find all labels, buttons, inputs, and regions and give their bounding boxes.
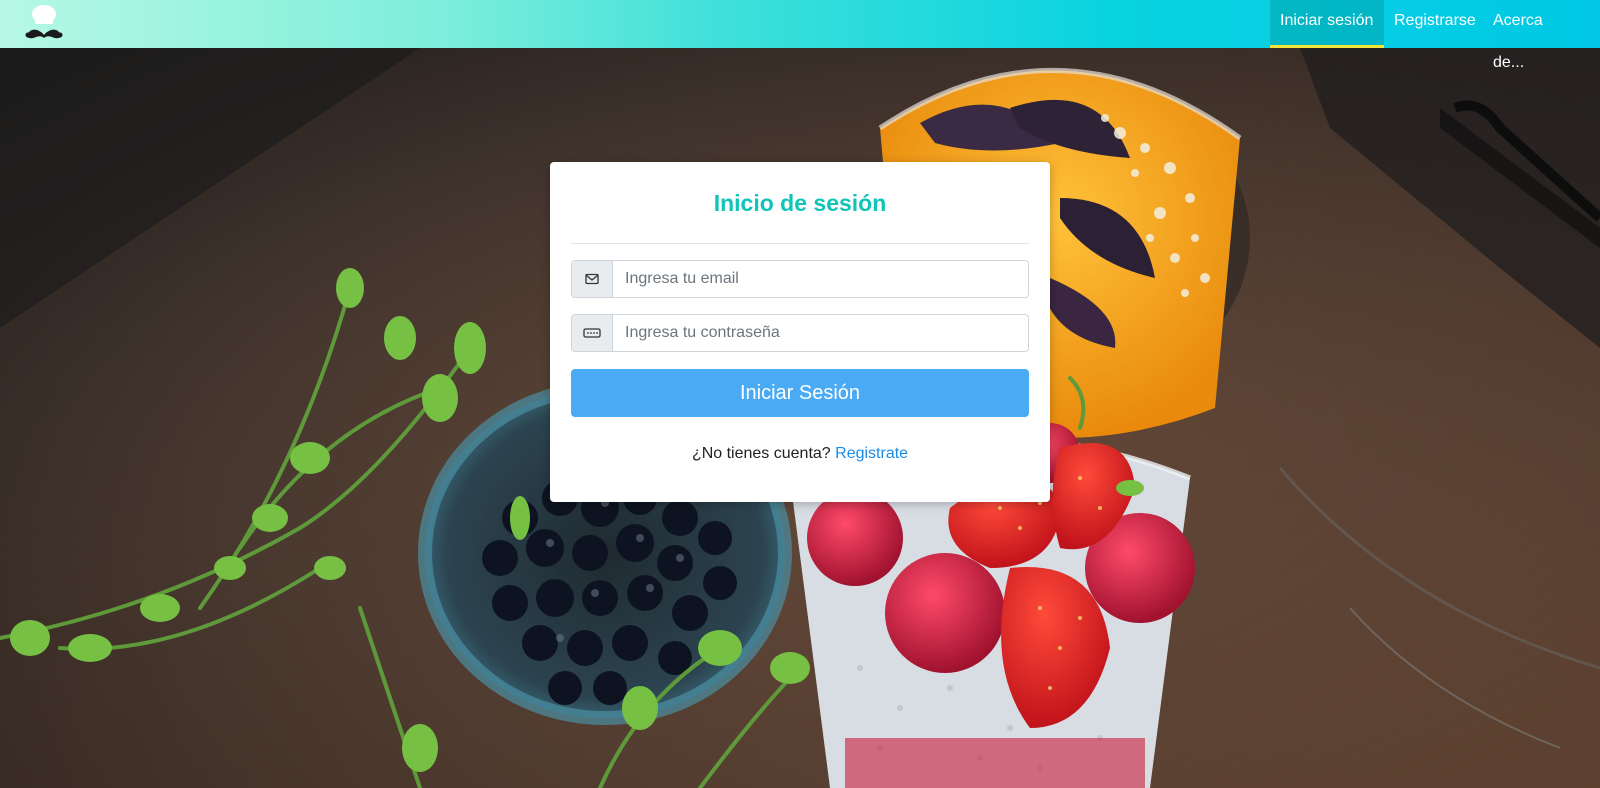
no-account-text: ¿No tienes cuenta? — [691, 445, 831, 462]
login-submit-button[interactable]: Iniciar Sesión — [571, 369, 1029, 417]
password-input[interactable] — [613, 315, 1028, 351]
nav-iniciar-sesion[interactable]: Iniciar sesión — [1270, 0, 1384, 48]
email-input[interactable] — [613, 261, 1028, 297]
chef-mustache-logo[interactable] — [22, 2, 66, 46]
login-card: Inicio de sesión Ingresa tu email Inicia… — [550, 162, 1050, 502]
top-navbar: Iniciar sesión Registrarse Acerca de... — [0, 0, 1600, 71]
envelope-icon — [572, 261, 613, 297]
nav-registrarse[interactable]: Registrarse — [1384, 0, 1483, 48]
nav-links: Iniciar sesión Registrarse Acerca de... — [1270, 0, 1600, 71]
email-input-group — [571, 260, 1029, 298]
password-input-group — [571, 314, 1029, 352]
login-title: Inicio de sesión — [713, 190, 887, 216]
password-dots-icon — [572, 315, 613, 351]
nav-acerca-de[interactable]: Acerca de... — [1483, 0, 1600, 71]
login-page: Iniciar sesión Registrarse Acerca de... … — [0, 0, 1600, 788]
register-link[interactable]: Registrate — [835, 445, 908, 462]
signup-prompt: ¿No tienes cuenta? Registrate — [550, 445, 1050, 463]
title-divider — [571, 243, 1029, 244]
